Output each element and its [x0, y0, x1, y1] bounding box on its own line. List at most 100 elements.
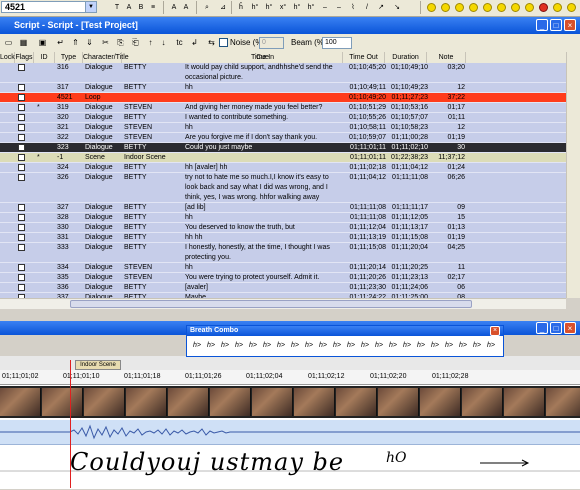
breath-symbol-button[interactable]: h>: [275, 339, 287, 353]
grid-icon[interactable]: ▦: [18, 37, 29, 48]
lock-checkbox[interactable]: [18, 84, 25, 91]
paste-icon[interactable]: ⎗: [130, 37, 141, 48]
move-up-icon[interactable]: ⇑: [70, 37, 81, 48]
breath-symbol-button[interactable]: h>: [219, 339, 231, 353]
minimize-button[interactable]: _: [536, 19, 548, 31]
lock-checkbox[interactable]: [18, 114, 25, 121]
table-row[interactable]: * 319 Dialogue STEVEN And giving her money m…: [0, 103, 566, 113]
breath-symbol-button[interactable]: h>: [401, 339, 413, 353]
breath-symbol-button[interactable]: h>: [387, 339, 399, 353]
close-button[interactable]: ×: [490, 326, 500, 336]
audio-waveform[interactable]: [0, 420, 580, 444]
id-combo[interactable]: 4521 ▼: [1, 1, 97, 13]
insert-icon[interactable]: ↵: [55, 37, 66, 48]
text-format-icon[interactable]: T: [112, 2, 122, 13]
lock-checkbox[interactable]: [18, 214, 25, 221]
symbol-8-icon[interactable]: ⌇: [348, 2, 358, 13]
table-row[interactable]: 323 Dialogue BETTY Could you just maybe 01;1…: [0, 143, 566, 153]
breath-symbol-button[interactable]: h>: [443, 339, 455, 353]
emotion-wink-icon[interactable]: [525, 3, 534, 12]
column-header-note[interactable]: Note: [427, 52, 466, 63]
emotion-sad-icon[interactable]: [483, 3, 492, 12]
column-header-lock[interactable]: Lock: [0, 52, 15, 63]
table-row[interactable]: 322 Dialogue STEVEN Are you forgive me if I…: [0, 133, 566, 143]
column-header-flags[interactable]: Flags: [15, 52, 34, 63]
breath-symbol-button[interactable]: h>: [373, 339, 385, 353]
emotion-neutral-icon[interactable]: [469, 3, 478, 12]
vertical-scrollbar[interactable]: [566, 52, 580, 298]
lock-checkbox[interactable]: [18, 104, 25, 111]
table-row[interactable]: 321 Dialogue STEVEN hh 01;10;58;11 01;10;58;2…: [0, 123, 566, 133]
lock-checkbox[interactable]: [18, 284, 25, 291]
bold-icon[interactable]: B: [136, 2, 146, 13]
symbol-1-icon[interactable]: h°: [250, 2, 260, 13]
down-arrow-icon[interactable]: ↓: [158, 37, 169, 48]
lock-checkbox[interactable]: [18, 134, 25, 141]
minimize-button[interactable]: _: [536, 322, 548, 334]
lock-checkbox[interactable]: [18, 224, 25, 231]
lock-checkbox[interactable]: [18, 244, 25, 251]
table-row[interactable]: 336 Dialogue BETTY [avaler] 01;11;23;30 01;11…: [0, 283, 566, 293]
emotion-tired-icon[interactable]: [567, 3, 576, 12]
table-row[interactable]: 331 Dialogue BETTY hh hh 01;11;13;19 01;11;15…: [0, 233, 566, 243]
table-row[interactable]: 328 Dialogue BETTY hh 01;11;11;08 01;11;12;05…: [0, 213, 566, 223]
cut-icon[interactable]: ✂: [100, 37, 111, 48]
table-row[interactable]: 330 Dialogue BETTY You deserved to know the…: [0, 223, 566, 233]
symbol-9-icon[interactable]: /: [362, 2, 372, 13]
breath-symbol-button[interactable]: h>: [331, 339, 343, 353]
move-down-icon[interactable]: ⇓: [84, 37, 95, 48]
table-row[interactable]: 326 Dialogue BETTY try not to hate me so mu…: [0, 173, 566, 203]
lock-checkbox[interactable]: [18, 204, 25, 211]
symbol-4-icon[interactable]: h°: [292, 2, 302, 13]
table-row[interactable]: 334 Dialogue STEVEN hh 01;11;20;14 01;11;20;2…: [0, 263, 566, 273]
table-row[interactable]: 320 Dialogue BETTY I wanted to contribute s…: [0, 113, 566, 123]
column-header-id[interactable]: ID: [34, 52, 55, 63]
time-code-icon[interactable]: tc: [174, 37, 185, 48]
lock-checkbox[interactable]: [18, 164, 25, 171]
breath-symbol-button[interactable]: h>: [471, 339, 483, 353]
emotion-shock-icon[interactable]: [553, 3, 562, 12]
symbol-7-icon[interactable]: –: [334, 2, 344, 13]
column-header-duration[interactable]: Duration: [385, 52, 427, 63]
breath-symbol-button[interactable]: h>: [485, 339, 497, 353]
film-icon[interactable]: ▣: [37, 37, 48, 48]
beam-spinner[interactable]: 100: [322, 37, 352, 49]
breath-symbol-button[interactable]: h>: [233, 339, 245, 353]
breath-symbol-button[interactable]: h>: [345, 339, 357, 353]
emotion-laugh-icon[interactable]: [455, 3, 464, 12]
table-row[interactable]: 333 Dialogue BETTY I honestly, honestly, at…: [0, 243, 566, 263]
open-icon[interactable]: ▭: [3, 37, 14, 48]
breath-symbol-button[interactable]: h>: [317, 339, 329, 353]
lock-checkbox[interactable]: [18, 234, 25, 241]
video-frames-strip[interactable]: [0, 386, 580, 418]
breath-symbol-button[interactable]: h>: [415, 339, 427, 353]
breath-symbol-button[interactable]: h>: [359, 339, 371, 353]
scene-label[interactable]: Indoor Scene: [75, 360, 121, 370]
breath-symbol-button[interactable]: h>: [429, 339, 441, 353]
search-icon[interactable]: ⌕: [202, 2, 212, 13]
symbol-5-icon[interactable]: h°: [306, 2, 316, 13]
lock-checkbox[interactable]: [18, 124, 25, 131]
symbol-2-icon[interactable]: h°: [264, 2, 274, 13]
column-header-time-out[interactable]: Time Out: [343, 52, 385, 63]
column-header-type[interactable]: Type: [55, 52, 83, 63]
table-row[interactable]: 335 Dialogue STEVEN You were trying to prot…: [0, 273, 566, 283]
lock-checkbox[interactable]: [18, 94, 25, 101]
lock-checkbox[interactable]: [18, 154, 25, 161]
lock-checkbox[interactable]: [18, 274, 25, 281]
emotion-cry-icon[interactable]: [511, 3, 520, 12]
transfer-icon[interactable]: ⇆: [206, 37, 217, 48]
symbol-11-icon[interactable]: ↘: [392, 2, 402, 13]
breath-symbol-button[interactable]: h>: [289, 339, 301, 353]
up-arrow-icon[interactable]: ↑: [145, 37, 156, 48]
align-icon[interactable]: ≡: [148, 2, 158, 13]
text-size-icon[interactable]: A: [169, 2, 179, 13]
symbol-3-icon[interactable]: x°: [278, 2, 288, 13]
breath-symbol-button[interactable]: h>: [205, 339, 217, 353]
close-button[interactable]: ×: [564, 19, 576, 31]
symbol-10-icon[interactable]: ↗: [376, 2, 386, 13]
maximize-button[interactable]: □: [550, 322, 562, 334]
table-row[interactable]: 327 Dialogue BETTY [ad lib] 01;11;11;08 01;11…: [0, 203, 566, 213]
italic-a-icon[interactable]: A: [181, 2, 191, 13]
noise-checkbox[interactable]: [219, 38, 228, 47]
